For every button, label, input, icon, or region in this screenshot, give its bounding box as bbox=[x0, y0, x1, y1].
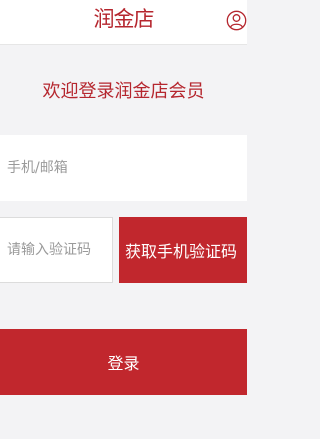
header-bar: 润金店 bbox=[0, 0, 247, 45]
verification-code-field[interactable] bbox=[0, 217, 113, 283]
get-sms-code-button[interactable]: 获取手机验证码 bbox=[119, 217, 247, 283]
login-button[interactable]: 登录 bbox=[0, 329, 247, 395]
user-icon bbox=[226, 10, 247, 31]
phone-email-input[interactable] bbox=[0, 135, 247, 201]
verification-code-input[interactable] bbox=[0, 218, 112, 282]
phone-email-field[interactable] bbox=[0, 135, 247, 201]
welcome-title: 欢迎登录润金店会员 bbox=[42, 81, 205, 102]
user-account-button[interactable] bbox=[226, 10, 247, 31]
brand-logo[interactable]: 润金店 bbox=[0, 2, 247, 36]
